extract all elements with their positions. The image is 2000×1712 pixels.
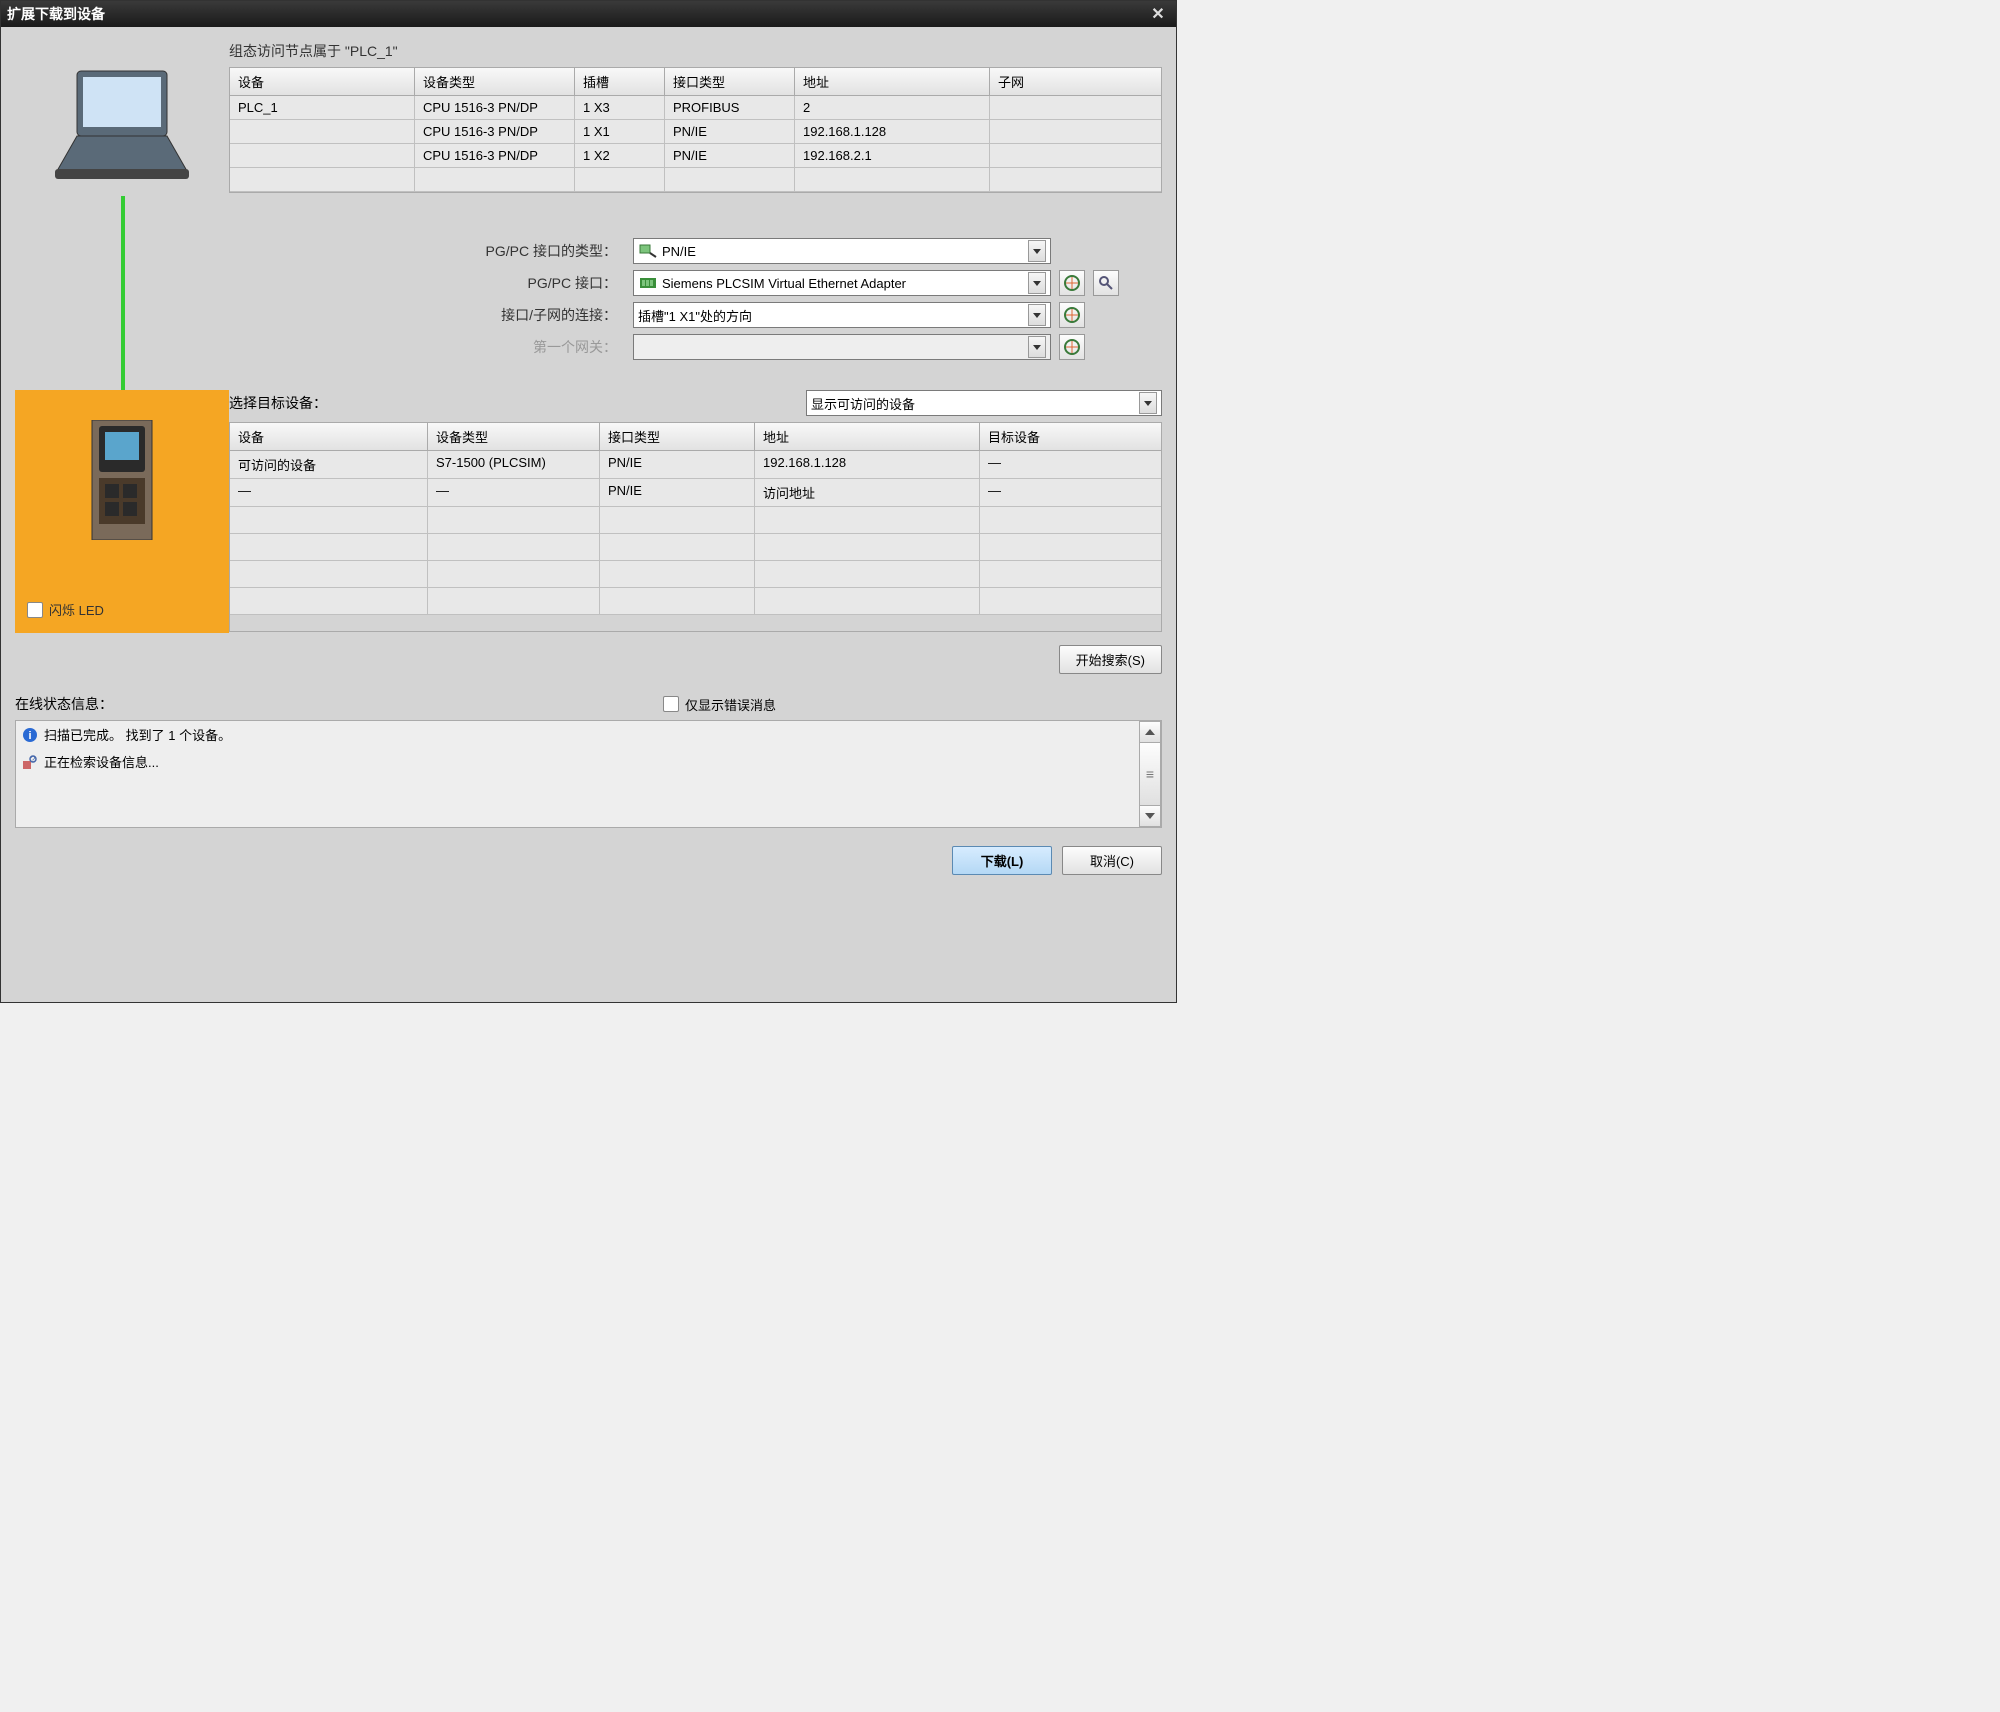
if-label: PG/PC 接口： (229, 273, 625, 293)
chevron-down-icon (1028, 304, 1046, 326)
download-button[interactable]: 下载(L) (952, 846, 1052, 875)
svg-text:?: ? (31, 755, 36, 764)
subnet-value: 插槽"1 X1"处的方向 (638, 306, 1028, 325)
dialog-title: 扩展下载到设备 (7, 4, 105, 24)
chevron-down-icon (1139, 392, 1157, 414)
plc-icon (87, 420, 157, 540)
shield-icon (1064, 275, 1080, 291)
titlebar: 扩展下载到设备 ✕ (1, 1, 1176, 27)
if-type-value: PN/IE (662, 244, 1028, 259)
table-row[interactable]: CPU 1516-3 PN/DP 1 X1 PN/IE 192.168.1.12… (230, 120, 1161, 144)
search-device-icon: ? (22, 754, 38, 770)
subnet-select[interactable]: 插槽"1 X1"处的方向 (633, 302, 1051, 328)
gateway-settings-button[interactable] (1059, 334, 1085, 360)
if-type-label: PG/PC 接口的类型： (229, 241, 625, 261)
show-errors-only-checkbox[interactable]: 仅显示错误消息 (663, 695, 776, 714)
table-row[interactable]: PLC_1 CPU 1516-3 PN/DP 1 X3 PROFIBUS 2 (230, 96, 1161, 120)
search-icon (1098, 275, 1114, 291)
scroll-up-button[interactable] (1139, 721, 1161, 743)
info-icon: i (22, 727, 38, 743)
pgpc-if-type-select[interactable]: PN/IE (633, 238, 1051, 264)
status-list: i 扫描已完成。 找到了 1 个设备。 ? 正在检索设备信息... (15, 720, 1162, 828)
target-device-panel: 闪烁 LED (15, 390, 229, 633)
col-iftype: 接口类型 (665, 68, 795, 95)
tcol-address: 地址 (755, 423, 980, 450)
subnet-label: 接口/子网的连接： (229, 305, 625, 325)
if-search-button[interactable] (1093, 270, 1119, 296)
col-device: 设备 (230, 68, 415, 95)
subnet-settings-button[interactable] (1059, 302, 1085, 328)
scrollbar[interactable] (1139, 721, 1161, 827)
col-devtype: 设备类型 (415, 68, 575, 95)
chevron-down-icon (1028, 272, 1046, 294)
if-settings-button[interactable] (1059, 270, 1085, 296)
col-subnet: 子网 (990, 68, 1161, 95)
nodes-caption: 组态访问节点属于 "PLC_1" (229, 41, 1162, 61)
chevron-down-icon (1028, 336, 1046, 358)
select-target-label: 选择目标设备： (229, 393, 327, 413)
gateway-label: 第一个网关： (229, 337, 625, 357)
checkbox-icon (663, 696, 679, 712)
status-label: 在线状态信息： (15, 694, 113, 714)
gateway-select (633, 334, 1051, 360)
checkbox-icon (27, 602, 43, 618)
close-button[interactable]: ✕ (1146, 4, 1170, 24)
laptop-icon (47, 66, 197, 186)
target-table: 设备 设备类型 接口类型 地址 目标设备 可访问的设备 S7-1500 (PLC… (229, 422, 1162, 632)
status-item: i 扫描已完成。 找到了 1 个设备。 (16, 721, 1161, 748)
tcol-target: 目标设备 (980, 423, 1161, 450)
table-row[interactable]: — — PN/IE 访问地址 — (230, 479, 1161, 507)
table-row (230, 561, 1161, 588)
shield-icon (1064, 307, 1080, 323)
tcol-iftype: 接口类型 (600, 423, 755, 450)
show-devices-value: 显示可访问的设备 (811, 394, 1139, 413)
table-row (230, 507, 1161, 534)
scroll-down-button[interactable] (1139, 805, 1161, 827)
table-row (230, 168, 1161, 192)
scroll-menu-button[interactable] (1139, 743, 1161, 805)
pgpc-if-select[interactable]: Siemens PLCSIM Virtual Ethernet Adapter (633, 270, 1051, 296)
pnie-icon (638, 242, 658, 260)
show-devices-select[interactable]: 显示可访问的设备 (806, 390, 1162, 416)
table-row[interactable]: 可访问的设备 S7-1500 (PLCSIM) PN/IE 192.168.1.… (230, 451, 1161, 479)
adapter-icon (638, 274, 658, 292)
table-row (230, 588, 1161, 615)
flash-led-label: 闪烁 LED (49, 600, 104, 619)
table-row (230, 534, 1161, 561)
col-slot: 插槽 (575, 68, 665, 95)
status-item: ? 正在检索设备信息... (16, 748, 1161, 775)
tcol-devtype: 设备类型 (428, 423, 600, 450)
svg-text:i: i (28, 730, 31, 742)
dialog-content: 组态访问节点属于 "PLC_1" 设备 设备类型 插槽 接口类型 地址 子网 P… (1, 27, 1176, 1002)
show-errors-only-label: 仅显示错误消息 (685, 695, 776, 714)
shield-icon (1064, 339, 1080, 355)
cancel-button[interactable]: 取消(C) (1062, 846, 1162, 875)
chevron-down-icon (1028, 240, 1046, 262)
table-row[interactable]: CPU 1516-3 PN/DP 1 X2 PN/IE 192.168.2.1 (230, 144, 1161, 168)
download-dialog: 扩展下载到设备 ✕ 组态访问节点属于 "PLC_1" 设备 设备类型 (0, 0, 1177, 1003)
col-address: 地址 (795, 68, 990, 95)
flash-led-checkbox[interactable]: 闪烁 LED (27, 600, 104, 619)
start-search-button[interactable]: 开始搜索(S) (1059, 645, 1162, 674)
if-value: Siemens PLCSIM Virtual Ethernet Adapter (662, 276, 1028, 291)
nodes-table: 设备 设备类型 插槽 接口类型 地址 子网 PLC_1 CPU 1516-3 P… (229, 67, 1162, 193)
tcol-device: 设备 (230, 423, 428, 450)
